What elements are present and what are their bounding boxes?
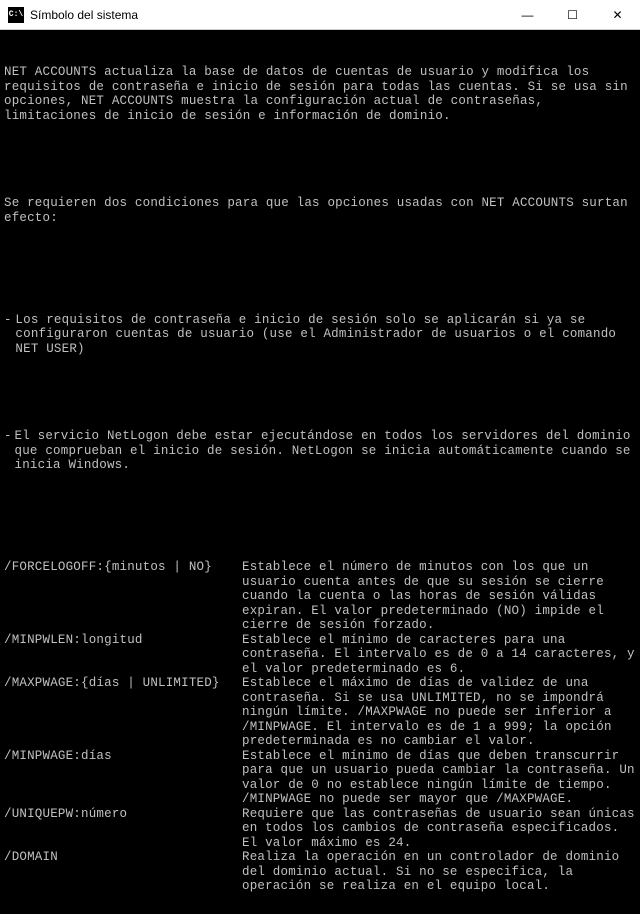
option-row: /MINPWLEN:longitudEstablece el mínimo de… xyxy=(4,633,636,677)
option-name: /MINPWAGE:días xyxy=(4,749,242,764)
titlebar: C:\ Símbolo del sistema — ☐ ✕ xyxy=(0,0,640,30)
window-controls: — ☐ ✕ xyxy=(505,0,640,29)
intro-paragraph-2: Se requieren dos condiciones para que la… xyxy=(4,196,636,225)
window-title: Símbolo del sistema xyxy=(30,8,505,22)
intro-paragraph-1: NET ACCOUNTS actualiza la base de datos … xyxy=(4,65,636,123)
close-button[interactable]: ✕ xyxy=(595,0,640,29)
option-row: /FORCELOGOFF:{minutos | NO}Establece el … xyxy=(4,560,636,633)
option-name: /UNIQUEPW:número xyxy=(4,807,242,822)
minimize-button[interactable]: — xyxy=(505,0,550,29)
terminal-output[interactable]: NET ACCOUNTS actualiza la base de datos … xyxy=(0,30,640,914)
option-description: Establece el máximo de días de validez d… xyxy=(242,676,636,749)
option-name: /MINPWLEN:longitud xyxy=(4,633,242,648)
option-description: Establece el mínimo de días que deben tr… xyxy=(242,749,636,807)
option-description: Establece el número de minutos con los q… xyxy=(242,560,636,633)
bullet-marker: - xyxy=(4,429,15,444)
maximize-button[interactable]: ☐ xyxy=(550,0,595,29)
bullet-2: - El servicio NetLogon debe estar ejecut… xyxy=(4,429,636,473)
bullet-text: Los requisitos de contraseña e inicio de… xyxy=(15,313,636,357)
option-description: Realiza la operación en un controlador d… xyxy=(242,850,636,894)
option-name: /MAXPWAGE:{días | UNLIMITED} xyxy=(4,676,242,691)
blank-line xyxy=(4,385,636,400)
option-row: /MAXPWAGE:{días | UNLIMITED}Establece el… xyxy=(4,676,636,749)
blank-line xyxy=(4,254,636,269)
blank-line xyxy=(4,152,636,167)
blank-line xyxy=(4,502,636,517)
bullet-text: El servicio NetLogon debe estar ejecután… xyxy=(15,429,636,473)
cmd-icon: C:\ xyxy=(8,7,24,23)
option-description: Establece el mínimo de caracteres para u… xyxy=(242,633,636,677)
bullet-1: - Los requisitos de contraseña e inicio … xyxy=(4,313,636,357)
option-name: /DOMAIN xyxy=(4,850,242,865)
option-row: /UNIQUEPW:númeroRequiere que las contras… xyxy=(4,807,636,851)
bullet-marker: - xyxy=(4,313,15,328)
option-row: /DOMAINRealiza la operación en un contro… xyxy=(4,850,636,894)
option-name: /FORCELOGOFF:{minutos | NO} xyxy=(4,560,242,575)
option-description: Requiere que las contraseñas de usuario … xyxy=(242,807,636,851)
option-row: /MINPWAGE:díasEstablece el mínimo de día… xyxy=(4,749,636,807)
options-table: /FORCELOGOFF:{minutos | NO}Establece el … xyxy=(4,560,636,894)
